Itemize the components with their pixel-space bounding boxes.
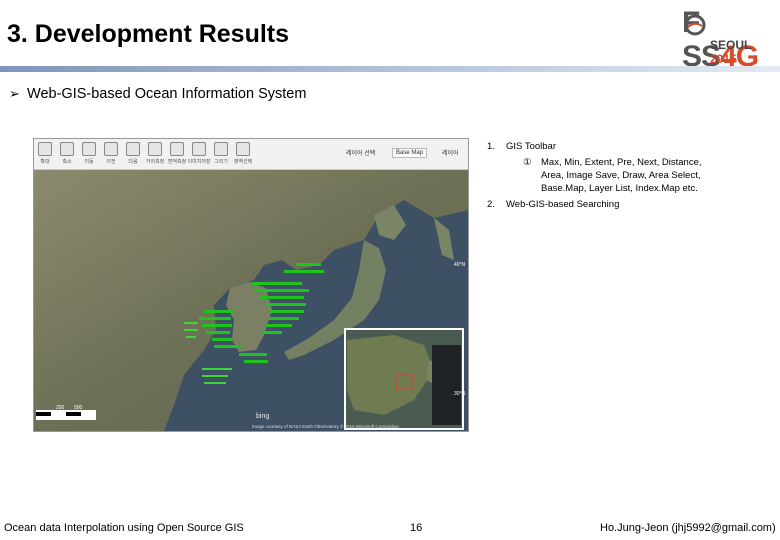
- title-divider: [0, 66, 780, 72]
- logo-year: 2015: [710, 52, 737, 66]
- tool-icon: [214, 142, 228, 156]
- tool-button-0[interactable]: 확대: [34, 139, 56, 169]
- tool-button-9[interactable]: 영역선택: [232, 139, 254, 169]
- tool-label: 그리기: [214, 159, 228, 165]
- latitude-label-30: 30°N: [454, 391, 466, 397]
- tool-label: 영역선택: [233, 159, 253, 165]
- tool-label: 축소: [62, 159, 72, 165]
- layer-select-toggle[interactable]: 레이어 선택: [346, 148, 375, 157]
- tool-button-7[interactable]: 이미지저장: [187, 139, 211, 169]
- slide-title: 3. Development Results: [7, 20, 290, 48]
- tool-label: 이동: [84, 159, 94, 165]
- tool-label: 이전: [106, 159, 116, 165]
- tool-icon: [38, 142, 52, 156]
- arrow-bullet-icon: ➢: [9, 86, 20, 101]
- layer-list-button[interactable]: 레이어: [442, 148, 459, 157]
- footer-left: Ocean data Interpolation using Open Sour…: [4, 522, 244, 534]
- bing-logo: bing: [256, 413, 269, 420]
- tool-button-8[interactable]: 그리기: [210, 139, 232, 169]
- sub-note-line-2: Area, Image Save, Draw, Area Select,: [541, 170, 701, 181]
- map-copyright: Image courtesy of NASA Earth Observatory…: [252, 423, 399, 429]
- sub-note-line-3: Base.Map, Layer List, Index.Map etc.: [541, 183, 698, 194]
- tool-icon: [170, 142, 184, 156]
- basemap-button[interactable]: Base Map: [392, 148, 428, 158]
- tool-button-6[interactable]: 면적측정: [166, 139, 188, 169]
- gis-map-screenshot: 확대 축소 이동 이전 다음 거리측정 면적측정 이미지저장 그리기 영역선택 레이어 선택 Ba…: [33, 138, 469, 432]
- index-map[interactable]: [344, 328, 464, 430]
- tool-icon: [126, 142, 140, 156]
- note-2-text: Web-GIS-based Searching: [506, 199, 620, 210]
- tool-icon: [192, 142, 206, 156]
- footer-right: Ho.Jung-Jeon (jhj5992@gmail.com): [600, 522, 776, 534]
- tool-icon: [148, 142, 162, 156]
- tool-icon: [104, 142, 118, 156]
- scale-label-250: 250: [56, 405, 65, 411]
- latitude-label-40: 40°N: [454, 262, 466, 268]
- scale-label-500: 500: [74, 405, 83, 411]
- section-bullet-text: Web-GIS-based Ocean Information System: [27, 86, 307, 102]
- tool-button-4[interactable]: 다음: [122, 139, 144, 169]
- sub-note-line-1: Max, Min, Extent, Pre, Next, Distance,: [541, 157, 702, 168]
- note-1-text: GIS Toolbar: [506, 141, 556, 152]
- tool-label: 거리측정: [145, 159, 165, 165]
- satellite-map[interactable]: 250 500 40°N 30°N bing Image courtesy of…: [34, 170, 468, 431]
- sub-note-marker: ①: [523, 157, 532, 168]
- tool-icon: [60, 142, 74, 156]
- tool-label: 면적측정: [167, 159, 187, 165]
- tool-label: 확대: [40, 159, 50, 165]
- tool-label: 이미지저장: [187, 159, 211, 165]
- tool-button-2[interactable]: 이동: [78, 139, 100, 169]
- section-bullet: ➢ Web-GIS-based Ocean Information System: [9, 86, 306, 102]
- logo-subtitle: SEOUL 2015: [710, 38, 776, 66]
- tool-icon: [82, 142, 96, 156]
- tool-button-1[interactable]: 축소: [56, 139, 78, 169]
- tool-button-3[interactable]: 이전: [100, 139, 122, 169]
- page-number: 16: [410, 522, 423, 534]
- logo-city: SEOUL: [710, 38, 752, 52]
- note-1-number: 1.: [487, 141, 495, 152]
- foss4g-logo: FSS4G SEOUL 2015: [672, 6, 776, 73]
- tool-label: 다음: [128, 159, 138, 165]
- note-2-number: 2.: [487, 199, 495, 210]
- logo-globe-icon: [684, 14, 706, 36]
- tool-button-5[interactable]: 거리측정: [144, 139, 166, 169]
- tool-icon: [236, 142, 250, 156]
